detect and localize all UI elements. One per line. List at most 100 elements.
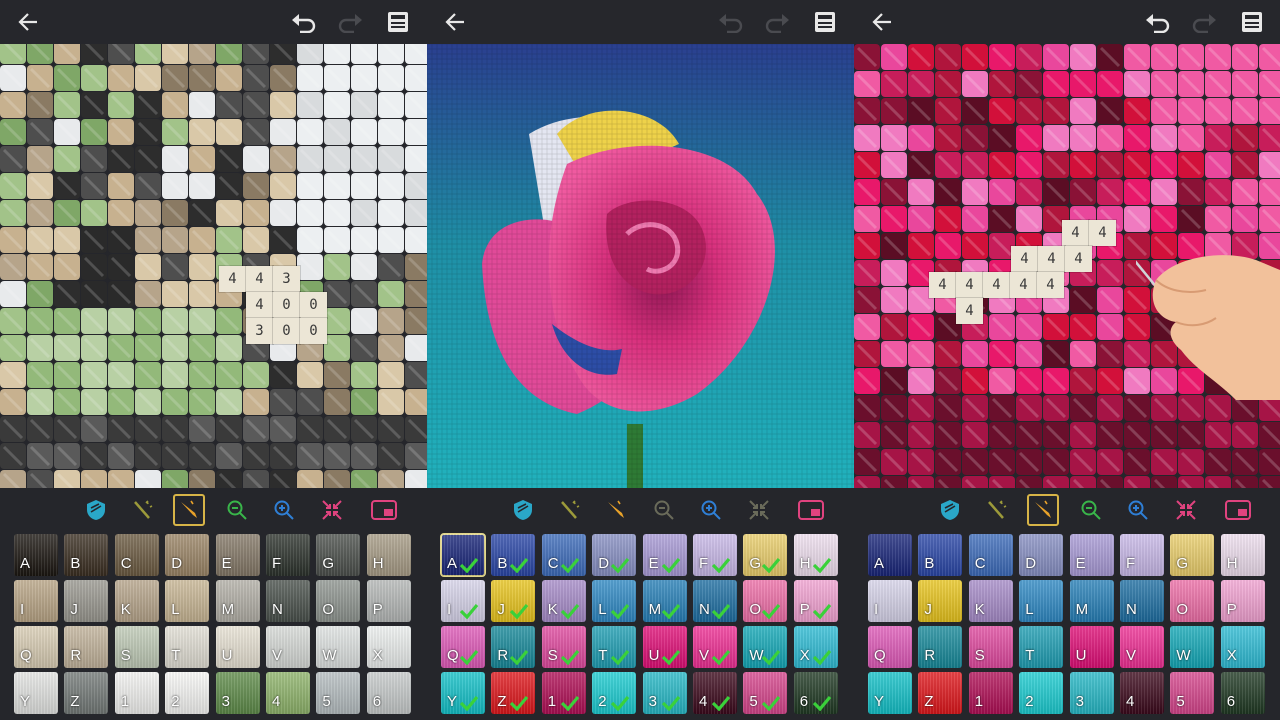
palette-swatch[interactable]: G	[316, 534, 361, 576]
pen-icon[interactable]	[173, 494, 205, 526]
palette-swatch[interactable]: Z	[64, 672, 109, 714]
palette-swatch[interactable]: 1	[114, 672, 159, 714]
stitch-number-cell[interactable]: 4	[246, 292, 273, 318]
palette-swatch[interactable]: J	[918, 580, 963, 622]
stitch-number-cell[interactable]: 4	[1037, 272, 1064, 298]
palette-swatch[interactable]: F	[693, 534, 737, 576]
stitch-number-cell[interactable]: 0	[300, 292, 327, 318]
stitch-number-cell[interactable]: 4	[956, 298, 983, 324]
palette-swatch[interactable]: L	[165, 580, 210, 622]
palette-swatch[interactable]: C	[968, 534, 1013, 576]
palette-swatch[interactable]: X	[793, 626, 838, 668]
stitch-number-cell[interactable]: 3	[273, 266, 300, 292]
stitch-number-cell[interactable]: 4	[1038, 246, 1065, 272]
palette-swatch[interactable]: U	[642, 626, 687, 668]
palette-swatch[interactable]: D	[165, 534, 210, 576]
palette-swatch[interactable]: T	[592, 626, 637, 668]
zoom-in-icon[interactable]	[695, 494, 727, 526]
palette-swatch[interactable]: M	[215, 580, 260, 622]
minimap-icon[interactable]	[368, 494, 400, 526]
shield-icon[interactable]	[507, 494, 539, 526]
save-icon[interactable]	[382, 6, 414, 38]
palette-swatch[interactable]: T	[1019, 626, 1064, 668]
palette-swatch[interactable]: O	[743, 580, 788, 622]
stitch-number-cell[interactable]: 0	[273, 318, 300, 344]
palette-swatch[interactable]: U	[215, 626, 260, 668]
palette-swatch[interactable]: N	[693, 580, 737, 622]
palette-swatch[interactable]: O	[1170, 580, 1215, 622]
palette-swatch[interactable]: 5	[743, 672, 788, 714]
zoom-in-icon[interactable]	[1122, 494, 1154, 526]
palette-swatch[interactable]: Z	[491, 672, 536, 714]
palette-swatch[interactable]: J	[64, 580, 109, 622]
palette-swatch[interactable]: H	[366, 534, 411, 576]
collapse-icon[interactable]	[316, 494, 348, 526]
stitch-number-cell[interactable]: 4	[1011, 246, 1038, 272]
palette-swatch[interactable]: 1	[968, 672, 1013, 714]
palette-swatch[interactable]: I	[441, 580, 485, 622]
palette-swatch[interactable]: E	[642, 534, 687, 576]
palette-swatch[interactable]: I	[14, 580, 58, 622]
back-arrow-icon[interactable]	[866, 6, 898, 38]
palette-swatch[interactable]: A	[440, 533, 486, 577]
palette-swatch[interactable]: X	[366, 626, 411, 668]
shield-icon[interactable]	[80, 494, 112, 526]
palette-swatch[interactable]: W	[1170, 626, 1215, 668]
stitch-number-cell[interactable]: 4	[956, 272, 983, 298]
palette-swatch[interactable]: N	[1120, 580, 1164, 622]
palette-swatch[interactable]: A	[14, 534, 58, 576]
palette-swatch[interactable]: K	[968, 580, 1013, 622]
palette-swatch[interactable]: M	[642, 580, 687, 622]
palette-swatch[interactable]: S	[541, 626, 586, 668]
stitch-number-cell[interactable]: 4	[1010, 272, 1037, 298]
save-icon[interactable]	[1236, 6, 1268, 38]
stitch-number-cell[interactable]: 3	[246, 318, 273, 344]
zoom-out-icon[interactable]	[221, 494, 253, 526]
palette-swatch[interactable]: L	[592, 580, 637, 622]
zoom-out-icon[interactable]	[648, 494, 680, 526]
stitch-number-cell[interactable]: 0	[300, 318, 327, 344]
undo-icon[interactable]	[1142, 6, 1174, 38]
palette-swatch[interactable]: 4	[693, 672, 737, 714]
zoom-out-icon[interactable]	[1075, 494, 1107, 526]
minimap-icon[interactable]	[1222, 494, 1254, 526]
palette-swatch[interactable]: 6	[793, 672, 838, 714]
palette-swatch[interactable]: 2	[165, 672, 210, 714]
palette-swatch[interactable]: G	[743, 534, 788, 576]
stitch-number-cell[interactable]: 4	[983, 272, 1010, 298]
palette-swatch[interactable]: P	[1220, 580, 1265, 622]
palette-swatch[interactable]: T	[165, 626, 210, 668]
palette-swatch[interactable]: V	[693, 626, 737, 668]
palette-swatch[interactable]: Q	[868, 626, 912, 668]
palette-swatch[interactable]: 3	[215, 672, 260, 714]
stitch-number-cell[interactable]: 0	[273, 292, 300, 318]
palette-swatch[interactable]: 5	[1170, 672, 1215, 714]
undo-icon[interactable]	[288, 6, 320, 38]
palette-swatch[interactable]: B	[491, 534, 536, 576]
palette-swatch[interactable]: Y	[441, 672, 485, 714]
palette-swatch[interactable]: Y	[868, 672, 912, 714]
palette-swatch[interactable]: P	[366, 580, 411, 622]
palette-swatch[interactable]: W	[316, 626, 361, 668]
palette-swatch[interactable]: 4	[1120, 672, 1164, 714]
stitch-canvas[interactable]	[427, 44, 854, 488]
palette-swatch[interactable]: Q	[441, 626, 485, 668]
palette-swatch[interactable]: Y	[14, 672, 58, 714]
stitch-number-cell[interactable]: 4	[246, 266, 273, 292]
palette-swatch[interactable]: P	[793, 580, 838, 622]
stitch-number-cell[interactable]: 4	[219, 266, 246, 292]
palette-swatch[interactable]: J	[491, 580, 536, 622]
palette-swatch[interactable]: B	[918, 534, 963, 576]
palette-swatch[interactable]: V	[266, 626, 310, 668]
palette-swatch[interactable]: R	[491, 626, 536, 668]
palette-swatch[interactable]: S	[968, 626, 1013, 668]
palette-swatch[interactable]: C	[114, 534, 159, 576]
palette-swatch[interactable]: F	[1120, 534, 1164, 576]
palette-swatch[interactable]: O	[316, 580, 361, 622]
palette-swatch[interactable]: I	[868, 580, 912, 622]
palette-swatch[interactable]: M	[1069, 580, 1114, 622]
palette-swatch[interactable]: 5	[316, 672, 361, 714]
back-arrow-icon[interactable]	[12, 6, 44, 38]
palette-swatch[interactable]: K	[114, 580, 159, 622]
palette-swatch[interactable]: A	[868, 534, 912, 576]
